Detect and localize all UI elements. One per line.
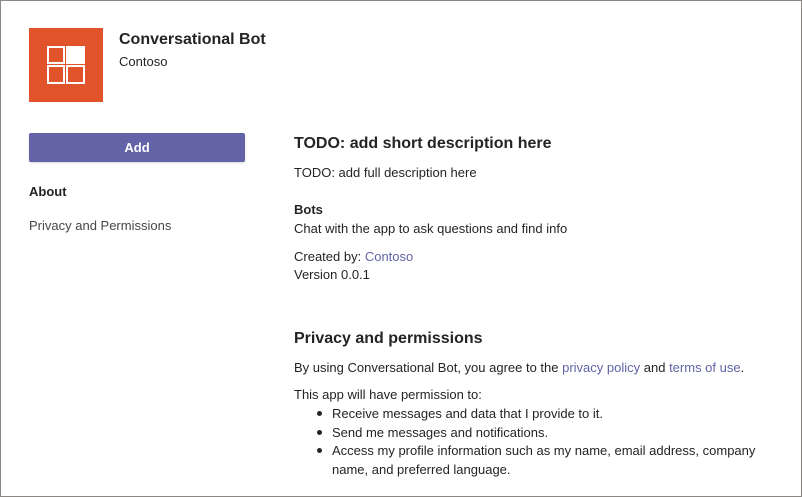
add-button[interactable]: Add xyxy=(29,133,245,162)
version-text: Version 0.0.1 xyxy=(294,267,370,282)
app-developer: Contoso xyxy=(119,54,168,69)
short-description: TODO: add short description here xyxy=(294,135,552,152)
permissions-intro: This app will have permission to: xyxy=(294,387,482,402)
created-by: Created by: Contoso xyxy=(294,249,413,264)
bots-heading: Bots xyxy=(294,202,323,217)
full-description: TODO: add full description here xyxy=(294,165,477,180)
sidebar-item-privacy[interactable]: Privacy and Permissions xyxy=(29,218,171,233)
bots-description: Chat with the app to ask questions and f… xyxy=(294,221,568,236)
privacy-policy-link[interactable]: privacy policy xyxy=(562,360,640,375)
app-details-dialog: Conversational Bot Contoso Add About Pri… xyxy=(0,0,802,497)
sidebar-item-about[interactable]: About xyxy=(29,184,67,199)
app-name: Conversational Bot xyxy=(119,31,266,48)
terms-of-use-link[interactable]: terms of use xyxy=(669,360,741,375)
permission-item: Receive messages and data that I provide… xyxy=(294,405,794,424)
permission-item: Send me messages and notifications. xyxy=(294,424,794,443)
permission-item: Access my profile information such as my… xyxy=(294,442,794,479)
developer-link[interactable]: Contoso xyxy=(365,249,413,264)
privacy-statement: By using Conversational Bot, you agree t… xyxy=(294,360,744,375)
privacy-text-prefix: By using Conversational Bot, you agree t… xyxy=(294,360,563,375)
permissions-list: Receive messages and data that I provide… xyxy=(294,405,794,479)
privacy-text-suffix: . xyxy=(740,360,745,375)
privacy-heading: Privacy and permissions xyxy=(294,330,483,347)
created-by-label: Created by: xyxy=(294,249,365,264)
app-tiles-icon xyxy=(47,46,85,84)
privacy-text-mid: and xyxy=(640,360,670,375)
app-icon xyxy=(29,28,103,102)
